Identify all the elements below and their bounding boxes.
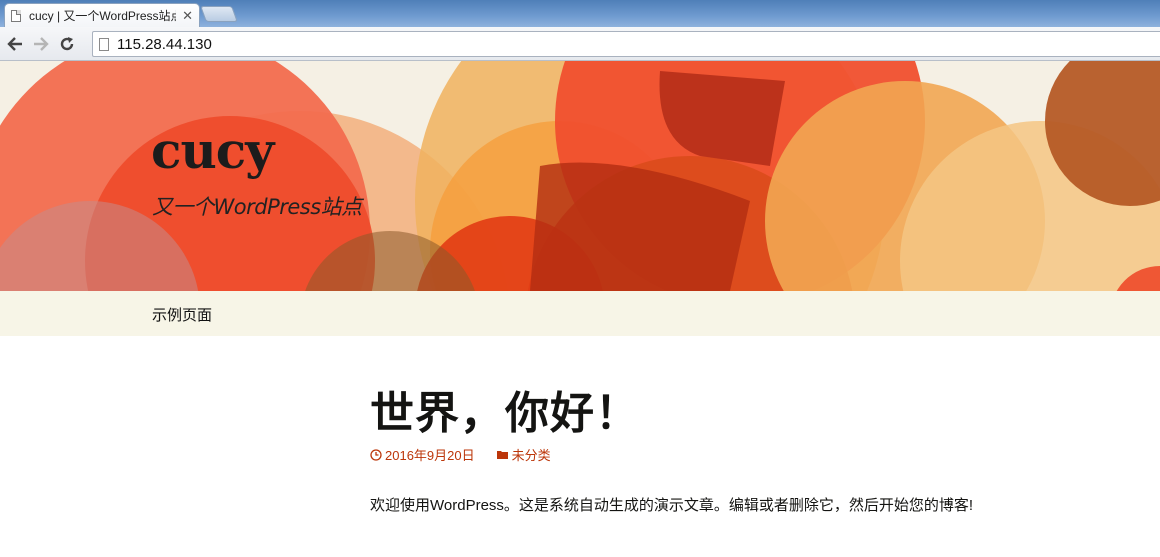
post-content: 欢迎使用WordPress。这是系统自动生成的演示文章。编辑或者删除它，然后开始…: [370, 497, 974, 514]
forward-icon: [34, 36, 49, 51]
back-icon: [7, 36, 22, 51]
site-header[interactable]: cucy 又一个WordPress站点: [0, 61, 1160, 291]
main-navigation: 示例页面: [0, 291, 1160, 336]
nav-item-sample-page[interactable]: 示例页面: [152, 304, 212, 325]
back-button[interactable]: [4, 33, 26, 55]
post-category-link[interactable]: 未分类: [496, 445, 551, 464]
reload-icon: [60, 36, 74, 50]
post-date: 2016年9月20日: [385, 448, 475, 463]
folder-icon: [496, 450, 508, 459]
post-category: 未分类: [511, 448, 551, 463]
site-tagline: 又一个WordPress站点: [152, 195, 362, 219]
address-bar[interactable]: 115.28.44.130: [92, 31, 1160, 57]
clock-icon: [370, 448, 382, 461]
page-icon: [11, 9, 21, 22]
browser-tab[interactable]: cucy | 又一个WordPress站点 ✕: [4, 3, 200, 27]
site-title[interactable]: cucy: [151, 121, 274, 180]
reload-button[interactable]: [56, 33, 78, 55]
post-title[interactable]: 世界，你好！: [370, 377, 640, 441]
browser-tabstrip: cucy | 又一个WordPress站点 ✕: [0, 0, 1160, 27]
close-icon[interactable]: ✕: [182, 8, 193, 24]
forward-button[interactable]: [30, 33, 52, 55]
new-tab-button[interactable]: [200, 6, 238, 22]
url-text: 115.28.44.130: [117, 35, 212, 53]
page-icon: [99, 37, 109, 51]
post-meta: 2016年9月20日 未分类: [370, 445, 551, 464]
tab-title: cucy | 又一个WordPress站点: [28, 9, 177, 23]
browser-toolbar: 115.28.44.130: [0, 27, 1160, 61]
post-date-link[interactable]: 2016年9月20日: [370, 445, 475, 464]
